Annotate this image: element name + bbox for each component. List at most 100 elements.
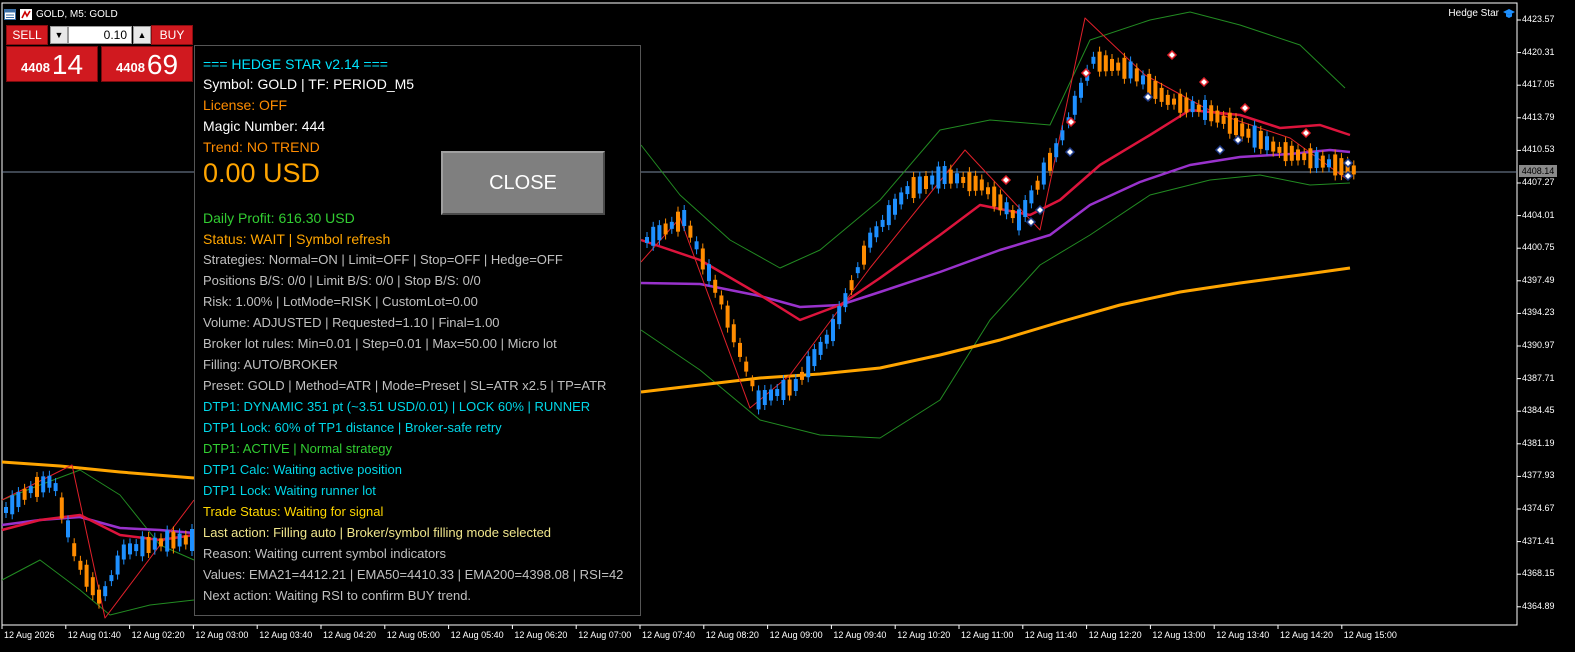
candle	[1283, 142, 1288, 162]
time-tick-label: 12 Aug 05:40	[450, 630, 504, 640]
close-button[interactable]: CLOSE	[441, 151, 605, 215]
candle	[1035, 180, 1040, 190]
buy-signal-marker	[1064, 146, 1076, 158]
time-tick-label: 12 Aug 01:40	[67, 630, 121, 640]
ea-brand-label: Hedge Star	[1448, 8, 1515, 19]
candle	[1314, 151, 1319, 168]
info-line: DTP1 Calc: Waiting active position	[203, 462, 402, 477]
sell-signal-marker	[1166, 49, 1178, 61]
buy-button[interactable]: BUY	[151, 25, 193, 45]
candle	[53, 483, 58, 492]
candle	[159, 538, 163, 547]
candle	[806, 356, 811, 378]
candle	[1122, 57, 1127, 79]
price-tick-label: 4420.31	[1522, 46, 1555, 57]
info-line: DTP1 Lock: Waiting runner lot	[203, 483, 376, 498]
candle	[165, 530, 170, 552]
time-tick-label: 12 Aug 15:00	[1343, 630, 1397, 640]
candle	[1153, 80, 1158, 99]
candle	[992, 186, 997, 207]
price-tick-label: 4384.45	[1522, 405, 1555, 416]
time-tick-label: 12 Aug 09:00	[769, 630, 823, 640]
price-tick-label: 4394.23	[1522, 307, 1555, 318]
candle	[103, 586, 108, 597]
info-line: Symbol: GOLD | TF: PERIOD_M5	[203, 76, 415, 92]
info-line: Daily Profit: 616.30 USD	[203, 210, 355, 226]
buy-signal-marker	[1025, 216, 1037, 228]
candle	[1265, 136, 1269, 151]
price-tick-label: 4371.41	[1522, 535, 1555, 546]
candle	[16, 492, 21, 508]
sell-button[interactable]: SELL	[6, 25, 48, 45]
candle	[115, 555, 120, 575]
candle	[1017, 209, 1021, 231]
candle	[676, 211, 680, 232]
sell-signal-marker	[1239, 102, 1251, 114]
sell-price[interactable]: 4408 14	[6, 46, 98, 82]
buy-price-pips: 69	[146, 49, 179, 80]
price-tick-label: 4397.49	[1522, 274, 1555, 285]
buy-price[interactable]: 4408 69	[101, 46, 193, 82]
candle	[800, 371, 804, 380]
buy-signal-marker	[1034, 204, 1046, 216]
candle	[645, 237, 649, 243]
candle	[967, 172, 972, 192]
candle	[1048, 152, 1052, 171]
candle	[824, 334, 829, 344]
candle	[1128, 61, 1133, 79]
candle	[725, 305, 730, 328]
candle	[874, 226, 879, 238]
candle	[78, 560, 83, 570]
candle	[1240, 123, 1245, 137]
candle	[1320, 155, 1325, 168]
candle	[1271, 141, 1276, 152]
price-tick-label: 4368.15	[1522, 568, 1555, 579]
lot-decrease-button[interactable]: ▼	[50, 26, 68, 44]
candle	[1296, 149, 1300, 161]
candle	[942, 166, 947, 185]
candle	[128, 543, 132, 555]
price-tick-label: 4374.67	[1522, 503, 1555, 513]
candle	[171, 531, 176, 549]
graduation-cap-icon	[1503, 8, 1515, 18]
candle	[868, 232, 873, 248]
candle	[59, 497, 64, 519]
candle	[1141, 75, 1145, 85]
candle	[862, 245, 866, 265]
candle	[1079, 82, 1083, 98]
candle	[986, 187, 990, 195]
info-line: Last action: Filling auto | Broker/symbo…	[203, 525, 552, 540]
price-tick-label: 4407.27	[1522, 177, 1555, 187]
price-tick-label: 4423.57	[1522, 14, 1555, 24]
ema21-line	[640, 108, 1351, 322]
candle	[1339, 158, 1344, 176]
candle	[1041, 162, 1046, 185]
time-tick-label: 12 Aug 2026	[4, 630, 55, 640]
candle	[1221, 115, 1226, 124]
candle	[793, 379, 798, 392]
info-line: Next action: Waiting RSI to confirm BUY …	[203, 588, 472, 603]
lot-size-input[interactable]: 0.10	[68, 26, 132, 44]
sell-signal-marker	[1198, 76, 1210, 88]
info-line: Risk: 1.00% | LotMode=RISK | CustomLot=0…	[203, 294, 478, 309]
candle	[1258, 130, 1263, 149]
candle	[1029, 190, 1034, 204]
time-tick-label: 12 Aug 11:00	[961, 630, 1014, 640]
zigzag-line	[640, 17, 1349, 409]
buy-signal-marker	[1232, 134, 1244, 146]
time-tick-label: 12 Aug 14:20	[1280, 630, 1334, 640]
time-tick-label: 12 Aug 04:20	[323, 630, 377, 640]
candle	[1010, 210, 1015, 219]
candle	[1196, 104, 1201, 112]
lot-increase-button[interactable]: ▲	[133, 26, 151, 44]
chart-title: GOLD, M5: GOLD	[36, 8, 118, 20]
price-tick-label: 4390.97	[1522, 340, 1555, 350]
candle	[35, 476, 39, 497]
time-tick-label: 12 Aug 12:20	[1088, 630, 1142, 640]
sell-signal-marker	[1000, 174, 1012, 186]
candle	[1289, 145, 1294, 161]
candle	[1209, 105, 1214, 122]
candle	[1351, 165, 1356, 175]
price-tick-label: 4413.79	[1522, 111, 1555, 122]
candle	[177, 533, 182, 547]
